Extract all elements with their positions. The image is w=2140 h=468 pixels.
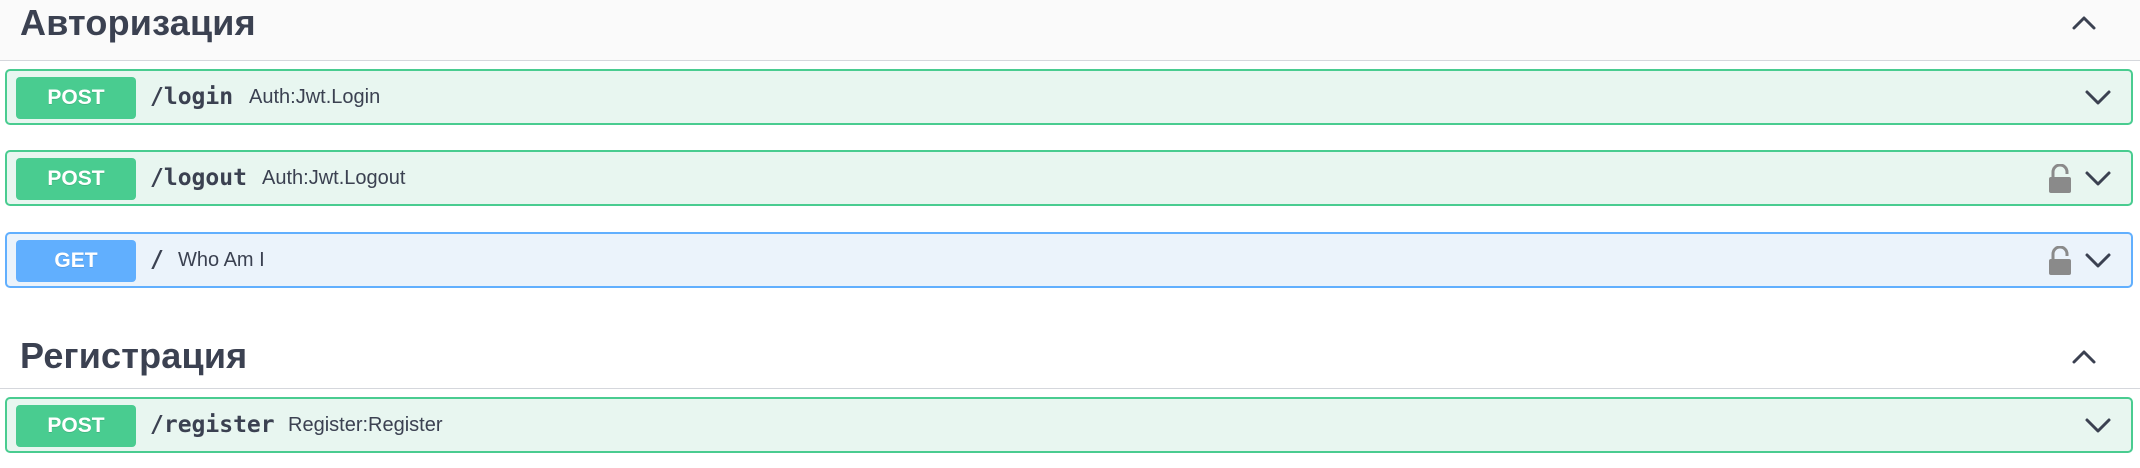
chevron-down-icon[interactable] <box>2081 410 2115 440</box>
operation-register[interactable]: POST /register Register:Register <box>5 397 2133 453</box>
chevron-up-icon[interactable] <box>2062 340 2106 374</box>
operation-login[interactable]: POST /login Auth:Jwt.Login <box>5 69 2133 125</box>
lock-icon[interactable] <box>2047 245 2073 276</box>
tag-section-registration[interactable]: Регистрация <box>0 328 2140 389</box>
tag-title: Регистрация <box>20 335 248 376</box>
chevron-down-icon[interactable] <box>2081 163 2115 193</box>
lock-icon[interactable] <box>2047 163 2073 194</box>
operation-summary: Register:Register <box>288 414 443 436</box>
operation-who-am-i[interactable]: GET / Who Am I <box>5 232 2133 288</box>
operation-path: / <box>150 247 164 273</box>
method-badge: POST <box>16 405 136 447</box>
operation-summary: Who Am I <box>178 249 265 271</box>
chevron-down-icon[interactable] <box>2081 245 2115 275</box>
tag-title: Авторизация <box>20 2 256 43</box>
operation-summary: Auth:Jwt.Logout <box>262 167 406 189</box>
operation-logout[interactable]: POST /logout Auth:Jwt.Logout <box>5 150 2133 206</box>
method-badge: GET <box>16 240 136 282</box>
method-badge: POST <box>16 158 136 200</box>
chevron-down-icon[interactable] <box>2081 82 2115 112</box>
tag-section-authorization[interactable]: Авторизация <box>0 0 2140 61</box>
operation-path: /login <box>150 84 234 110</box>
operation-path: /register <box>150 412 275 438</box>
chevron-up-icon[interactable] <box>2062 6 2106 40</box>
operation-summary: Auth:Jwt.Login <box>249 86 381 108</box>
swagger-operations-page: Авторизация POST /login Auth:Jwt.Login P… <box>0 0 2140 468</box>
method-badge: POST <box>16 77 136 119</box>
operation-path: /logout <box>150 165 247 191</box>
